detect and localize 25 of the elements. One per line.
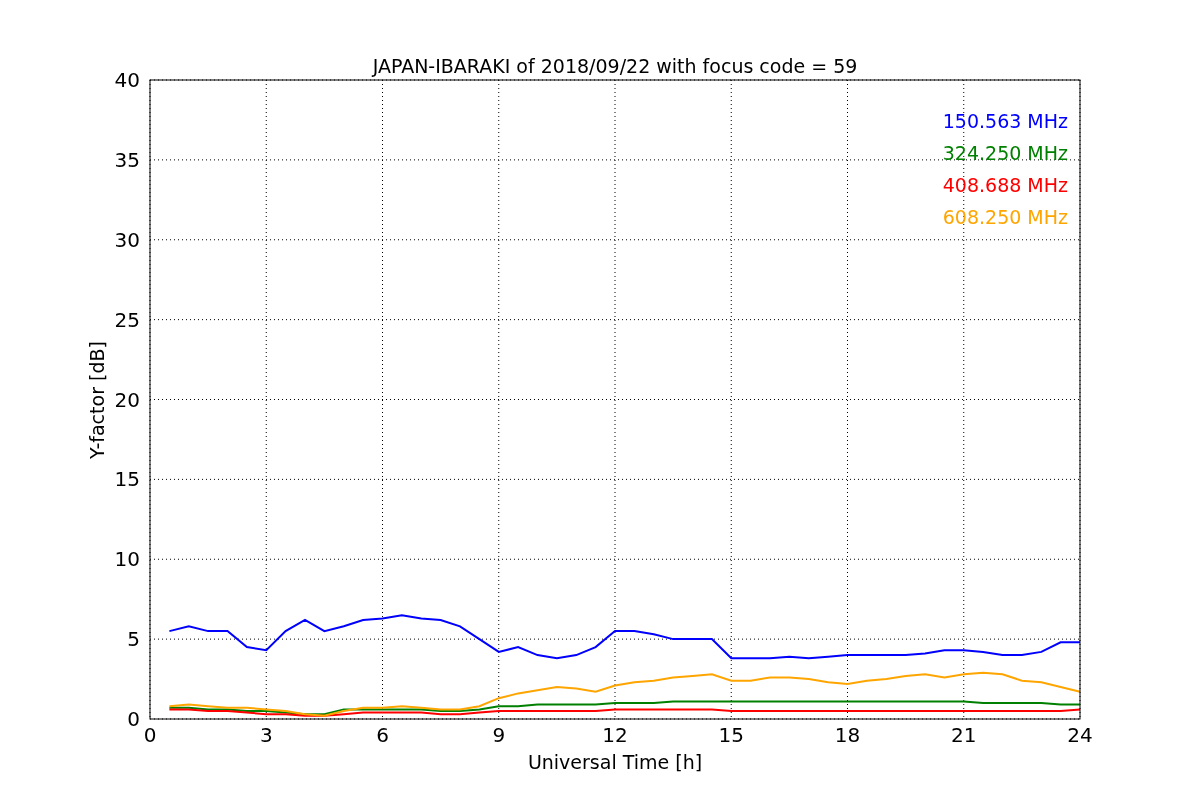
y-tick-label: 15 [114, 467, 140, 492]
y-tick-label: 30 [114, 227, 140, 252]
y-tick-label: 25 [114, 307, 140, 332]
x-tick-label: 6 [376, 723, 389, 747]
y-tick-label: 10 [114, 547, 140, 572]
x-axis-label: Universal Time [h] [527, 751, 703, 773]
legend-label: 408.688 MHz [942, 174, 1068, 196]
y-tick-label: 20 [114, 387, 140, 412]
x-tick-label: 24 [1067, 723, 1093, 747]
y-tick-label: 35 [114, 147, 140, 172]
legend-label: 324.250 MHz [942, 142, 1068, 164]
y-tick-label: 5 [127, 627, 140, 652]
chart-title: JAPAN-IBARAKI of 2018/09/22 with focus code = 59 [372, 55, 858, 77]
x-tick-label: 12 [602, 723, 628, 747]
x-tick-label: 21 [951, 723, 977, 747]
x-tick-label: 0 [143, 723, 157, 747]
legend-label: 150.563 MHz [942, 110, 1068, 132]
y-tick-label: 40 [114, 68, 140, 92]
y-tick-label: 0 [127, 707, 140, 731]
x-tick-label: 3 [259, 723, 273, 747]
x-tick-label: 15 [718, 723, 744, 747]
legend-label: 608.250 MHz [942, 206, 1068, 228]
y-axis-label: Y-factor [dB] [86, 341, 108, 459]
x-tick-label: 18 [834, 723, 861, 747]
x-tick-label: 9 [492, 723, 506, 747]
